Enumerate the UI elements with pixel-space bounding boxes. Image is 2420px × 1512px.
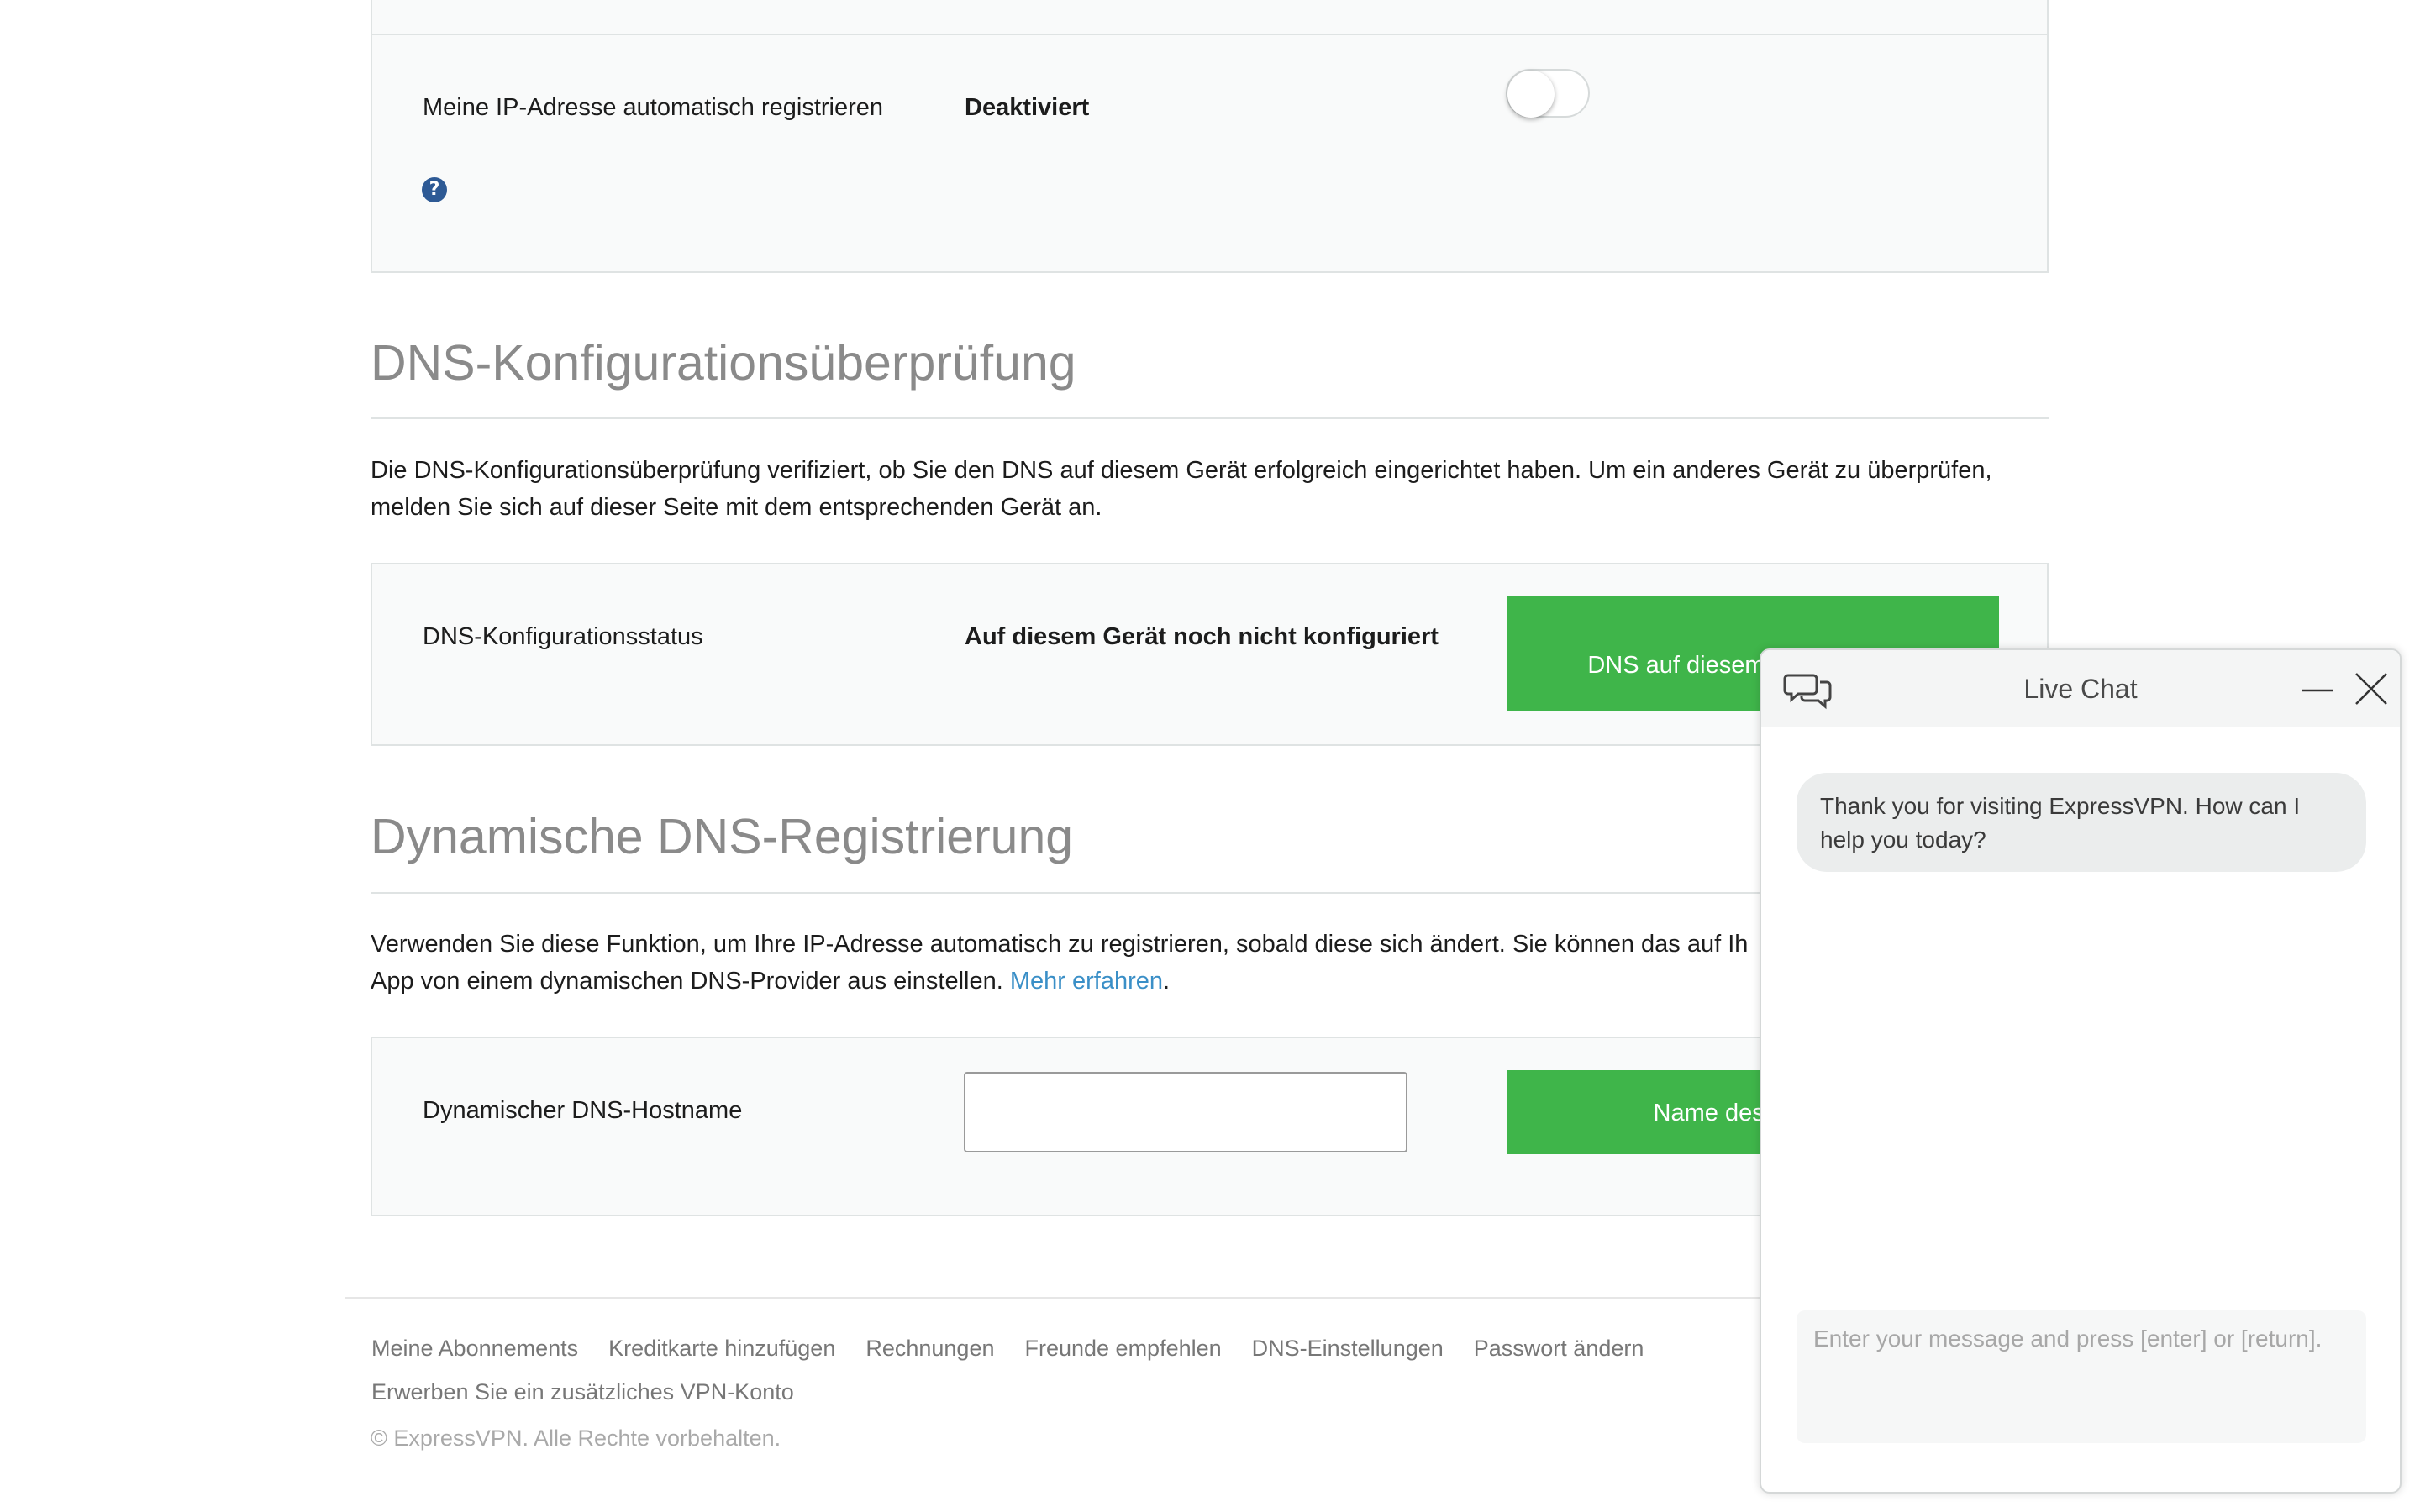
- live-chat-widget: Live Chat Thank you for visiting Express…: [1760, 648, 2402, 1494]
- footer-link-invoices[interactable]: Rechnungen: [865, 1336, 994, 1361]
- toggle-knob[interactable]: [1507, 71, 1555, 118]
- ip-registration-panel: [371, 34, 2049, 273]
- dns-check-divider: [371, 417, 2049, 419]
- ip-registration-label: Meine IP-Adresse automatisch registriere…: [423, 94, 884, 121]
- dns-status-label: DNS-Konfigurationsstatus: [423, 623, 703, 650]
- ip-registration-status: Deaktiviert: [965, 94, 1090, 121]
- dynamic-dns-text-line1: Verwenden Sie diese Funktion, um Ihre IP…: [371, 931, 1749, 958]
- minimize-icon[interactable]: [2299, 670, 2336, 707]
- footer-link-refer-friends[interactable]: Freunde empfehlen: [1024, 1336, 1221, 1361]
- chat-message-input[interactable]: Enter your message and press [enter] or …: [1797, 1310, 2366, 1443]
- live-chat-header: Live Chat: [1761, 650, 2400, 727]
- footer-link-add-card[interactable]: Kreditkarte hinzufügen: [608, 1336, 835, 1361]
- footer-link-subscriptions[interactable]: Meine Abonnements: [371, 1336, 578, 1361]
- footer-links: Meine Abonnements Kreditkarte hinzufügen R…: [371, 1336, 1674, 1362]
- question-circle-icon[interactable]: ?: [422, 177, 447, 202]
- footer-link-additional-account[interactable]: Erwerben Sie ein zusätzliches VPN-Konto: [371, 1379, 794, 1405]
- close-icon[interactable]: [2353, 670, 2390, 707]
- dns-check-description: Die DNS-Konfigurationsüberprüfung verifi…: [371, 457, 1992, 521]
- dynamic-dns-text-line2: App von einem dynamischen DNS-Provider a…: [371, 968, 1003, 995]
- footer-link-change-password[interactable]: Passwort ändern: [1474, 1336, 1644, 1361]
- hostname-label: Dynamischer DNS-Hostname: [423, 1097, 743, 1124]
- hostname-input[interactable]: [964, 1072, 1407, 1152]
- dynamic-dns-heading: Dynamische DNS-Registrierung: [371, 809, 1074, 864]
- previous-panel-stub: [371, 0, 2049, 35]
- chat-message-bubble: Thank you for visiting ExpressVPN. How c…: [1797, 773, 2366, 872]
- period-text: .: [1163, 968, 1171, 995]
- dns-status-value: Auf diesem Gerät noch nicht konfiguriert: [965, 623, 1439, 650]
- footer-link-dns-settings[interactable]: DNS-Einstellungen: [1252, 1336, 1444, 1361]
- learn-more-link[interactable]: Mehr erfahren: [1010, 968, 1163, 995]
- dns-check-heading: DNS-Konfigurationsüberprüfung: [371, 335, 1076, 391]
- copyright-text: © ExpressVPN. Alle Rechte vorbehalten.: [371, 1425, 781, 1451]
